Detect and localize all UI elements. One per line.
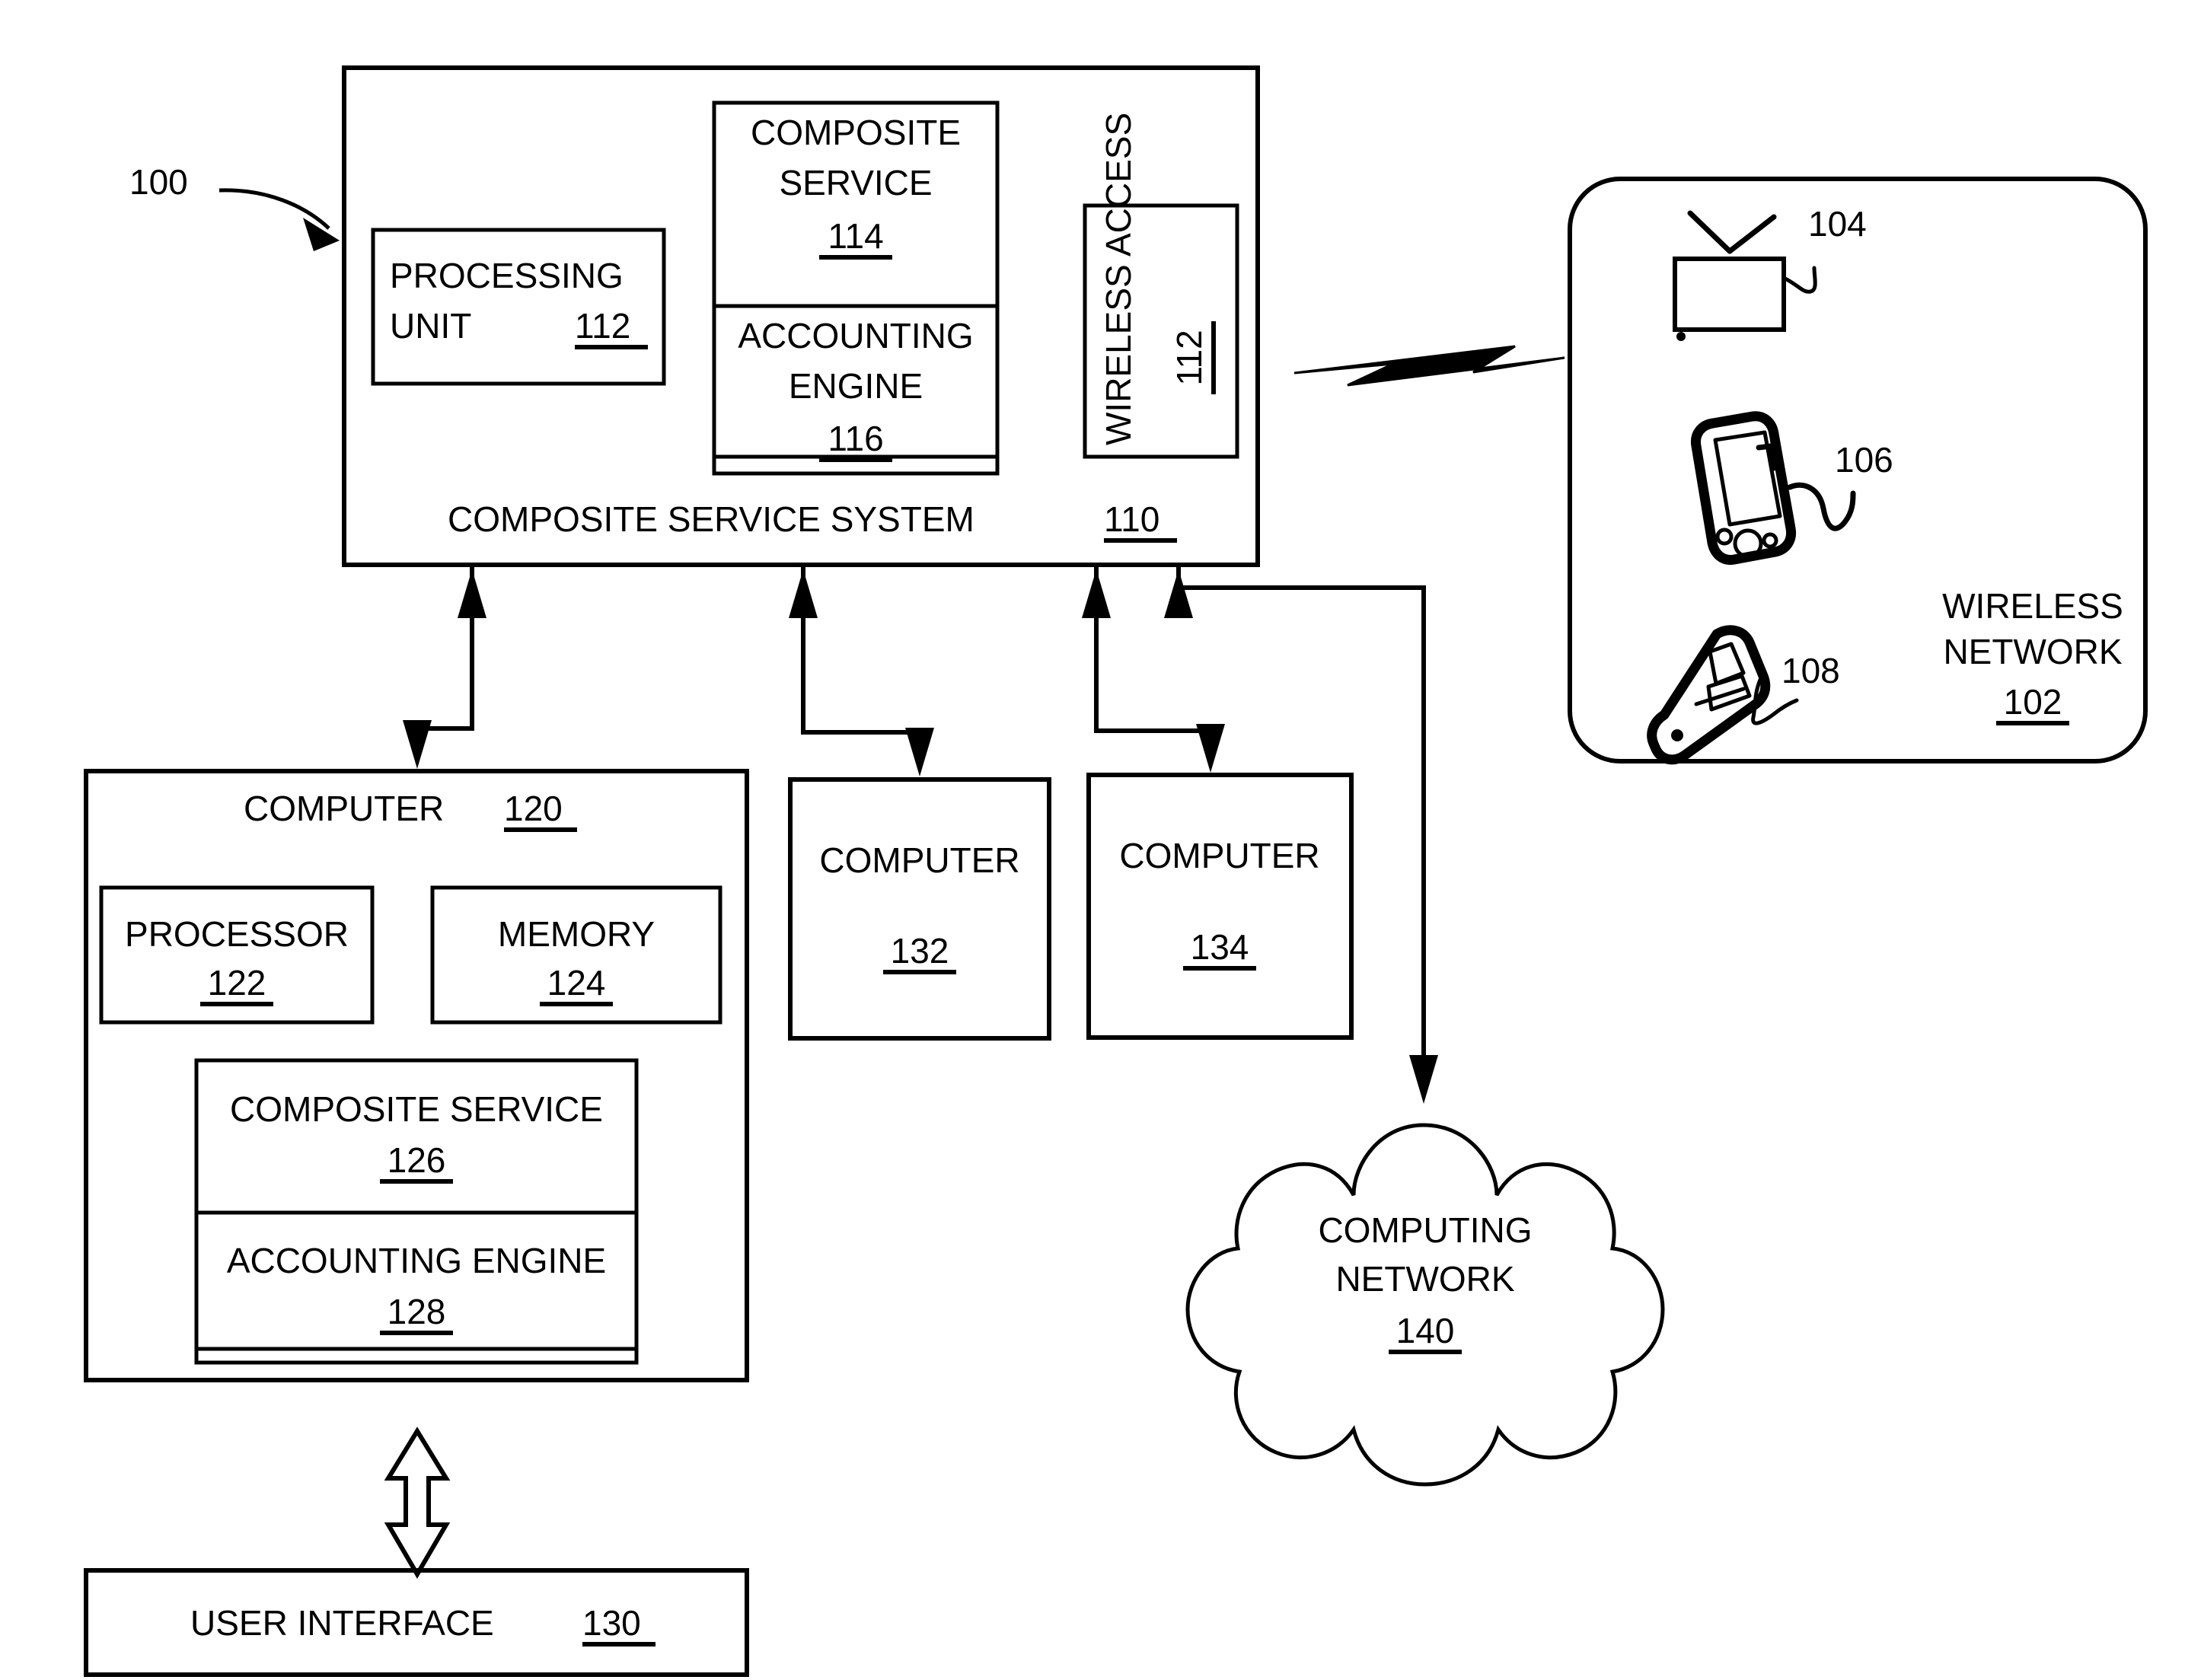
memory-box[interactable]: MEMORY 124 — [430, 885, 722, 1025]
composite-service-126-ref: 126 — [388, 1140, 446, 1180]
wireless-access-label: WIRELESS ACCESS — [1099, 113, 1138, 445]
computer-120-service-stack[interactable]: COMPOSITE SERVICE 126 ACCOUNTING ENGINE … — [194, 1058, 639, 1365]
pda-icon — [1690, 411, 1856, 566]
processing-unit-label-line2: UNIT — [390, 306, 471, 346]
composite-service-system-ref: 110 — [1104, 499, 1159, 539]
flip-phone-dot — [1671, 729, 1683, 741]
memory-ref: 124 — [547, 963, 606, 1003]
user-interface-ref: 130 — [582, 1603, 641, 1643]
composite-service-system-label: COMPOSITE SERVICE SYSTEM — [448, 499, 974, 539]
wireless-network-box[interactable]: 104 106 108 WIRELESS NETWORK 102 — [1568, 177, 2148, 765]
wireless-access-box[interactable]: WIRELESS ACCESS 112 — [1083, 113, 1239, 459]
wireless-link-lightning-icon — [1293, 345, 1565, 387]
accounting-engine-label-line2: ENGINE — [789, 366, 923, 406]
connector-system-computer132 — [789, 565, 934, 776]
connector-1-up-arrowhead — [458, 569, 486, 618]
bidirectional-arrow-shape — [384, 1427, 451, 1579]
flip-phone-icon — [1647, 625, 1799, 765]
connector-path-4 — [1176, 565, 1426, 1096]
pda-ref: 106 — [1835, 440, 1893, 480]
connector-4-down-arrowhead — [1409, 1055, 1438, 1104]
connector-3-up-arrowhead — [1082, 569, 1111, 618]
processor-label: PROCESSOR — [125, 914, 349, 954]
connector-3-down-arrowhead — [1196, 724, 1225, 773]
flip-phone-ref: 108 — [1781, 651, 1840, 690]
wireless-access-ref: 112 — [1169, 330, 1209, 385]
composite-service-126-label: COMPOSITE SERVICE — [230, 1089, 603, 1129]
accounting-engine-ref: 116 — [828, 419, 883, 458]
television-indicator-dot — [1676, 332, 1686, 341]
computer-120-label: COMPUTER — [244, 789, 444, 828]
processing-unit-label-line1: PROCESSING — [390, 256, 624, 295]
television-ref: 104 — [1808, 204, 1867, 244]
composite-service-ref: 114 — [828, 216, 883, 256]
connector-4-up-arrowhead — [1164, 569, 1193, 618]
wireless-network-label-line1: WIRELESS — [1942, 586, 2123, 626]
wireless-network-label-line2: NETWORK — [1943, 632, 2122, 671]
processor-ref: 122 — [208, 963, 266, 1003]
composite-service-system-box[interactable]: PROCESSING UNIT 112 COMPOSITE SERVICE 11… — [342, 65, 1260, 567]
figure-ref-label: 100 — [129, 162, 188, 202]
computer-134-box[interactable]: COMPUTER 134 — [1086, 773, 1354, 1040]
accounting-engine-label-line1: ACCOUNTING — [738, 316, 973, 355]
computer-120-outline — [84, 769, 749, 1382]
user-interface-box[interactable]: USER INTERFACE 130 — [84, 1568, 749, 1677]
computer-134-outline — [1086, 773, 1354, 1040]
memory-label: MEMORY — [498, 914, 655, 954]
connector-2-down-arrowhead — [905, 728, 934, 776]
computing-network-label-line2: NETWORK — [1335, 1259, 1514, 1299]
processor-box[interactable]: PROCESSOR 122 — [99, 885, 375, 1025]
computer-132-ref: 132 — [891, 931, 949, 971]
figure-leader-curve — [218, 188, 330, 230]
connector-path-3 — [1094, 565, 1213, 765]
connector-system-computer120 — [403, 565, 486, 769]
patent-figure: 100 PROCESSING UNIT 112 COMPOSITE SERVIC… — [0, 0, 2185, 1680]
computing-network-ref: 140 — [1396, 1311, 1455, 1350]
computer-120-box[interactable]: COMPUTER 120 PROCESSOR 122 MEMORY 124 CO… — [84, 769, 749, 1382]
computing-network-cloud-outline — [1185, 1123, 1665, 1487]
connector-path-2 — [801, 565, 922, 769]
computer-132-box[interactable]: COMPUTER 132 — [788, 777, 1051, 1041]
user-interface-label: USER INTERFACE — [190, 1603, 494, 1643]
figure-reference-100: 100 — [129, 162, 340, 251]
wireless-network-ref: 102 — [2004, 682, 2062, 722]
processing-unit-box[interactable]: PROCESSING UNIT 112 — [371, 228, 666, 386]
television-icon — [1673, 210, 1817, 341]
connector-2-up-arrowhead — [789, 569, 818, 618]
diagram-canvas: 100 PROCESSING UNIT 112 COMPOSITE SERVIC… — [84, 65, 2148, 1677]
composite-service-label-line2: SERVICE — [779, 163, 932, 202]
computer-132-outline — [788, 777, 1051, 1041]
computer-134-ref: 134 — [1191, 927, 1249, 967]
computing-network-cloud[interactable]: COMPUTING NETWORK 140 — [1185, 1123, 1665, 1487]
television-screen — [1673, 257, 1786, 332]
accounting-engine-128-ref: 128 — [388, 1292, 446, 1331]
composite-service-label-line1: COMPOSITE — [751, 113, 961, 152]
computer-132-label: COMPUTER — [819, 840, 1019, 880]
connector-system-computer134 — [1082, 565, 1225, 773]
accounting-engine-128-label: ACCOUNTING ENGINE — [227, 1241, 606, 1280]
connector-1-down-arrowhead — [403, 720, 432, 769]
computing-network-label-line1: COMPUTING — [1318, 1210, 1532, 1250]
composite-service-stack-outline — [712, 100, 1000, 476]
processing-unit-ref: 112 — [575, 306, 630, 346]
computer-120-ref: 120 — [504, 789, 563, 828]
computer-ui-bidirectional-arrow — [384, 1427, 451, 1579]
composite-service-stack[interactable]: COMPOSITE SERVICE 114 ACCOUNTING ENGINE … — [712, 100, 1000, 476]
connector-system-computing-network — [1164, 565, 1438, 1104]
computer-134-label: COMPUTER — [1119, 836, 1319, 875]
